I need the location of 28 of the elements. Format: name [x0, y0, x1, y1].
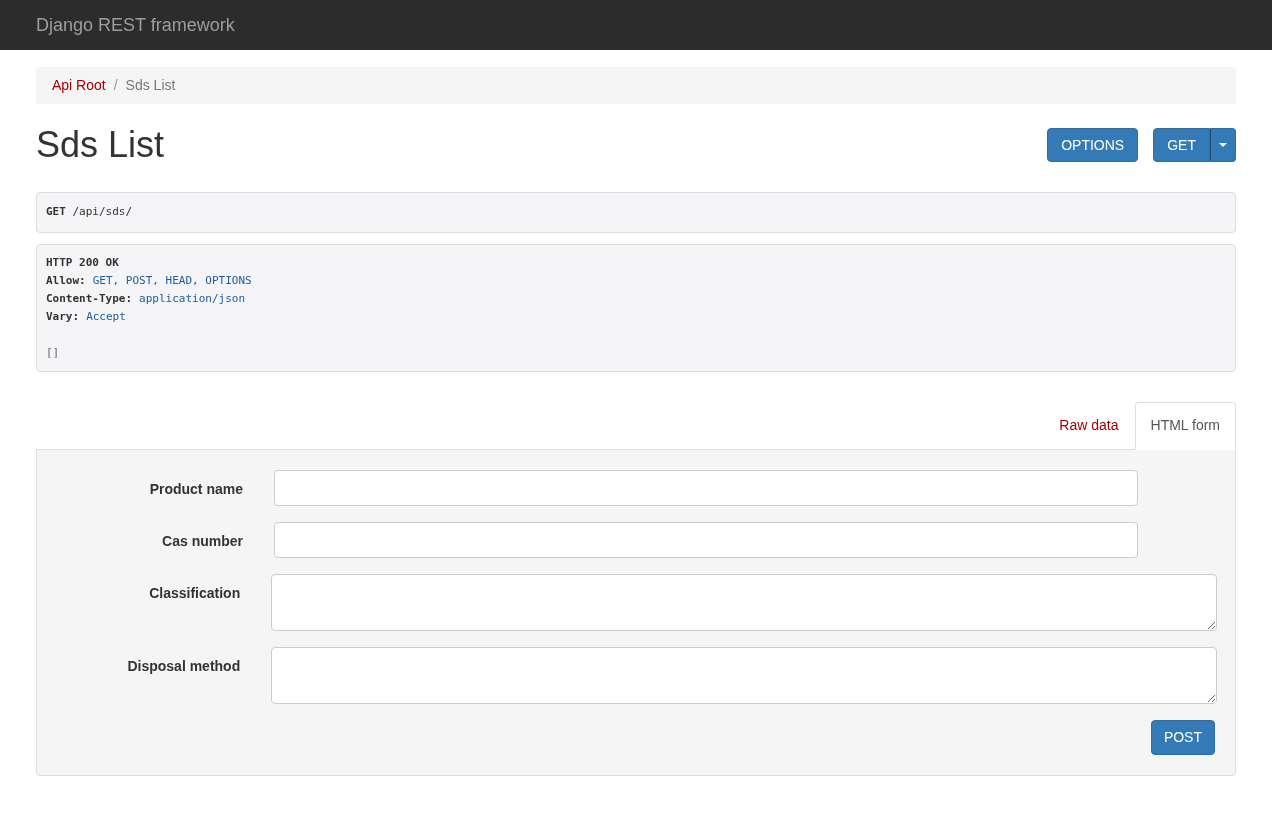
field-label: Disposal method: [126, 656, 241, 676]
text-area[interactable]: [271, 573, 1217, 631]
options-button[interactable]: OPTIONS: [1047, 128, 1139, 162]
get-button[interactable]: GET: [1153, 128, 1210, 162]
header-name: Allow:: [46, 272, 86, 289]
tab[interactable]: HTML form: [1134, 401, 1236, 450]
header-value: GET, POST, HEAD, OPTIONS: [92, 272, 252, 289]
field-label: Product name: [148, 479, 243, 499]
brand-link[interactable]: Django REST framework: [36, 11, 235, 39]
breadcrumb-separator: /: [112, 76, 119, 95]
text-field[interactable]: [274, 469, 1138, 506]
text-field[interactable]: [274, 521, 1138, 558]
header-name: Vary:: [46, 308, 80, 325]
page-title: Sds List: [36, 125, 165, 165]
tab[interactable]: Raw data: [1043, 401, 1135, 449]
header-value: Accept: [86, 308, 126, 325]
response-body: []: [46, 344, 61, 361]
header-value: application/json: [139, 290, 246, 307]
breadcrumb-item[interactable]: Api Root: [52, 75, 106, 96]
breadcrumb-item: Sds List: [125, 76, 176, 95]
header-name: Content-Type:: [46, 290, 133, 307]
post-button[interactable]: POST: [1150, 719, 1215, 755]
text-area[interactable]: [271, 646, 1217, 704]
caret-icon: [1219, 143, 1227, 147]
field-label: Cas number: [161, 531, 243, 551]
field-label: Classification: [148, 583, 241, 603]
dropdown-toggle[interactable]: [1210, 128, 1236, 162]
response-status: HTTP 200 OK: [46, 254, 120, 271]
